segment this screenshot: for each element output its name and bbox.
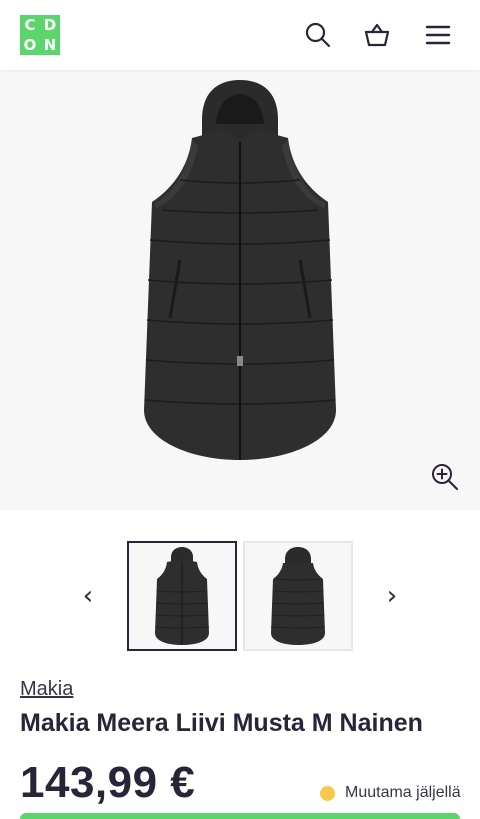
vest-back-thumbnail — [270, 547, 326, 645]
product-image-main[interactable] — [0, 70, 480, 510]
thumbnail-front[interactable] — [127, 541, 237, 651]
logo-letter: O — [23, 36, 37, 54]
stock-status: Muutama jäljellä — [320, 783, 461, 803]
menu-icon[interactable] — [423, 20, 453, 50]
product-price: 143,99 € — [20, 758, 196, 807]
vest-image — [144, 80, 336, 460]
product-title: Makia Meera Liivi Musta M Nainen — [20, 709, 423, 737]
top-header: C D O N — [0, 0, 480, 70]
stock-indicator-dot — [320, 785, 335, 801]
add-to-cart-button[interactable] — [20, 813, 460, 819]
logo-letter: N — [43, 36, 57, 54]
basket-icon[interactable] — [362, 20, 392, 50]
brand-link[interactable]: Makia — [20, 678, 73, 701]
logo-letter: C — [24, 16, 36, 34]
thumbnail-back[interactable] — [243, 541, 353, 651]
cdon-logo[interactable]: C D O N — [20, 15, 60, 55]
vest-front-thumbnail — [154, 547, 210, 645]
search-icon[interactable] — [303, 20, 333, 50]
zoom-in-icon[interactable] — [430, 462, 460, 492]
stock-text: Muutama jäljellä — [345, 784, 461, 801]
logo-letter: D — [43, 16, 57, 34]
chevron-right-icon[interactable]: › — [380, 583, 404, 609]
chevron-left-icon[interactable]: ‹ — [76, 583, 100, 609]
thumbnail-carousel: ‹ › — [0, 510, 480, 670]
